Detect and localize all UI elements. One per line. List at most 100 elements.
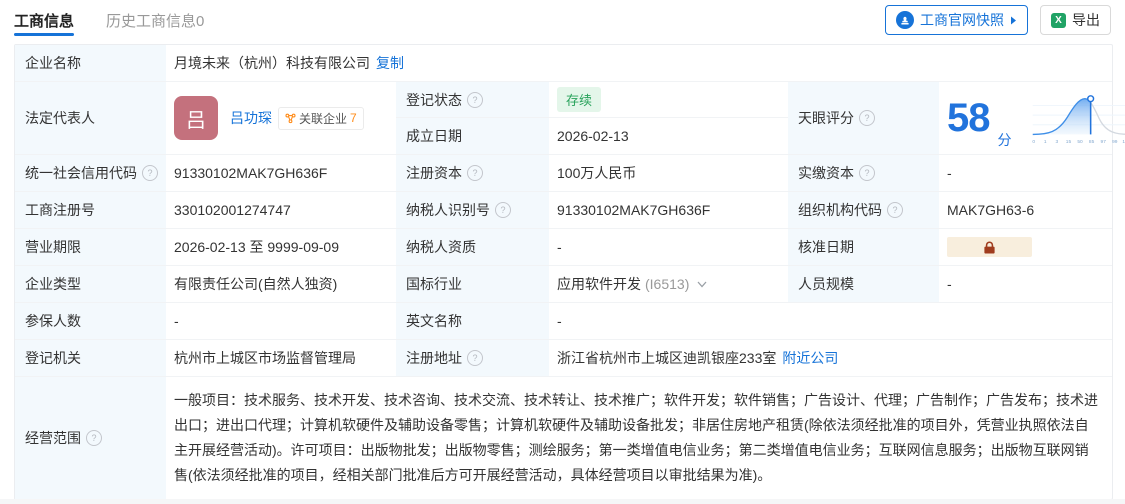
- score-distribution-chart[interactable]: 0 1 3 15 50 85 97 99 100: [1030, 90, 1125, 146]
- svg-text:3: 3: [1055, 139, 1058, 145]
- svg-text:1: 1: [1043, 139, 1046, 145]
- table-row: 企业类型 有限责任公司(自然人独资) 国标行业 应用软件开发 (I6513) 人…: [15, 266, 1112, 303]
- legal-rep-label: 法定代表人: [15, 82, 166, 154]
- table-row: 营业期限 2026-02-13 至 9999-09-09 纳税人资质 - 核准日…: [15, 229, 1112, 266]
- industry-code: (I6513): [645, 276, 690, 292]
- tab-business-info[interactable]: 工商信息: [14, 0, 75, 40]
- topbar: 工商信息 历史工商信息0 工商官网快照 X 导出: [0, 0, 1125, 40]
- nearby-companies-link[interactable]: 附近公司: [782, 348, 838, 368]
- reg-number-value: 330102001274747: [174, 202, 291, 218]
- approval-date-label: 核准日期: [788, 229, 939, 265]
- table-row: 登记机关 杭州市上城区市场监督管理局 注册地址 ? 浙江省杭州市上城区迪凯银座2…: [15, 340, 1112, 377]
- svg-text:15: 15: [1065, 139, 1071, 145]
- svg-text:97: 97: [1100, 139, 1106, 145]
- svg-text:0: 0: [1032, 139, 1035, 145]
- page-bottom-divider: [0, 499, 1125, 504]
- industry-label: 国标行业: [396, 266, 549, 302]
- insured-count-value: -: [174, 313, 179, 329]
- table-row: 统一社会信用代码 ? 91330102MAK7GH636F 注册资本 ? 100…: [15, 155, 1112, 192]
- business-term-value: 2026-02-13 至 9999-09-09: [174, 239, 340, 255]
- related-companies-badge[interactable]: 关联企业 7: [278, 106, 364, 130]
- svg-text:99: 99: [1112, 139, 1118, 145]
- approval-date-cell: [939, 229, 1112, 265]
- reg-authority-label: 登记机关: [15, 340, 166, 376]
- official-snapshot-button[interactable]: 工商官网快照: [885, 5, 1028, 35]
- reg-status-label: 登记状态 ?: [396, 82, 549, 118]
- help-icon[interactable]: ?: [859, 165, 875, 181]
- business-scope-label: 经营范围 ?: [15, 377, 166, 499]
- legal-rep-name-link[interactable]: 吕功琛: [230, 108, 272, 128]
- company-name-cell: 月境未来（杭州）科技有限公司 复制: [166, 45, 1112, 81]
- taxpayer-quality-value: -: [557, 239, 562, 255]
- related-companies-count: 7: [350, 111, 357, 125]
- reg-address-value: 浙江省杭州市上城区迪凯银座233室: [557, 350, 777, 366]
- taxpayer-id-label: 纳税人识别号 ?: [396, 192, 549, 228]
- taxpayer-id-label-text: 纳税人识别号: [406, 202, 490, 218]
- table-row: 法定代表人 吕 吕功琛 关联企业 7 登记状态 ? 存续 天眼评分 ? 58 分: [15, 82, 1125, 155]
- staff-size-label: 人员规模: [788, 266, 939, 302]
- score-marker-icon: [1086, 95, 1094, 103]
- help-icon[interactable]: ?: [86, 430, 102, 446]
- legal-rep-avatar[interactable]: 吕: [174, 96, 218, 140]
- paid-capital-label: 实缴资本 ?: [788, 155, 939, 191]
- reg-authority-value: 杭州市上城区市场监督管理局: [174, 350, 356, 366]
- reg-capital-label: 注册资本 ?: [396, 155, 549, 191]
- industry-cell: 应用软件开发 (I6513): [549, 266, 788, 302]
- establish-date-label: 成立日期: [396, 118, 549, 154]
- help-icon[interactable]: ?: [887, 202, 903, 218]
- company-name-label: 企业名称: [15, 45, 166, 81]
- locked-value[interactable]: [947, 237, 1032, 257]
- help-icon[interactable]: ?: [467, 350, 483, 366]
- org-code-value: MAK7GH63-6: [947, 202, 1035, 218]
- help-icon[interactable]: ?: [142, 165, 158, 181]
- help-icon[interactable]: ?: [495, 202, 511, 218]
- table-row: 经营范围 ? 一般项目：技术服务、技术开发、技术咨询、技术交流、技术转让、技术推…: [15, 377, 1112, 499]
- arrow-right-icon: [1010, 16, 1017, 25]
- score-label-text: 天眼评分: [798, 110, 854, 126]
- reg-address-cell: 浙江省杭州市上城区迪凯银座233室 附近公司: [549, 340, 1112, 376]
- establish-date-value: 2026-02-13: [557, 128, 629, 144]
- reg-status-label-text: 登记状态: [406, 91, 462, 108]
- export-label: 导出: [1072, 12, 1100, 28]
- tab-bar: 工商信息 历史工商信息0: [14, 0, 204, 40]
- credit-code-label-text: 统一社会信用代码: [25, 165, 137, 181]
- score-label: 天眼评分 ?: [788, 82, 939, 154]
- reg-address-label: 注册地址 ?: [396, 340, 549, 376]
- legal-rep-cell: 吕 吕功琛 关联企业 7: [166, 82, 396, 154]
- svg-text:85: 85: [1088, 139, 1094, 145]
- copy-button[interactable]: 复制: [376, 53, 404, 73]
- help-icon[interactable]: ?: [467, 165, 483, 181]
- stamp-icon: [896, 11, 914, 29]
- taxpayer-quality-label: 纳税人资质: [396, 229, 549, 265]
- paid-capital-value: -: [947, 165, 952, 181]
- score-value: 58: [947, 96, 990, 140]
- reg-capital-value: 100万人民币: [557, 165, 637, 181]
- credit-code-value: 91330102MAK7GH636F: [174, 165, 328, 181]
- excel-icon: X: [1051, 12, 1066, 28]
- paid-capital-label-text: 实缴资本: [798, 165, 854, 181]
- score-cell: 58 分 0 1 3 15 50 85 97 99 1: [939, 82, 1125, 154]
- org-code-label-text: 组织机构代码: [798, 202, 882, 218]
- staff-size-value: -: [947, 276, 952, 292]
- credit-code-label: 统一社会信用代码 ?: [15, 155, 166, 191]
- network-icon: [285, 113, 296, 124]
- english-name-label: 英文名称: [396, 303, 549, 339]
- export-button[interactable]: X 导出: [1040, 5, 1111, 35]
- lock-icon: [984, 240, 995, 254]
- business-scope-value: 一般项目：技术服务、技术开发、技术咨询、技术交流、技术转让、技术推广；软件开发；…: [174, 392, 1098, 483]
- table-row: 企业名称 月境未来（杭州）科技有限公司 复制: [15, 45, 1112, 82]
- score-unit: 分: [997, 132, 1012, 148]
- company-type-label: 企业类型: [15, 266, 166, 302]
- chevron-down-icon[interactable]: [697, 281, 707, 288]
- table-row: 工商注册号 330102001274747 纳税人识别号 ? 91330102M…: [15, 192, 1112, 229]
- help-icon[interactable]: ?: [467, 91, 483, 108]
- reg-status-cell: 存续: [549, 82, 788, 118]
- business-scope-label-text: 经营范围: [25, 430, 81, 446]
- related-companies-label: 关联企业: [299, 111, 348, 126]
- header-actions: 工商官网快照 X 导出: [885, 5, 1111, 35]
- reg-address-label-text: 注册地址: [406, 350, 462, 366]
- help-icon[interactable]: ?: [859, 110, 875, 126]
- svg-text:50: 50: [1077, 139, 1083, 145]
- company-type-value: 有限责任公司(自然人独资): [174, 276, 338, 292]
- tab-history-business-info[interactable]: 历史工商信息0: [106, 0, 204, 40]
